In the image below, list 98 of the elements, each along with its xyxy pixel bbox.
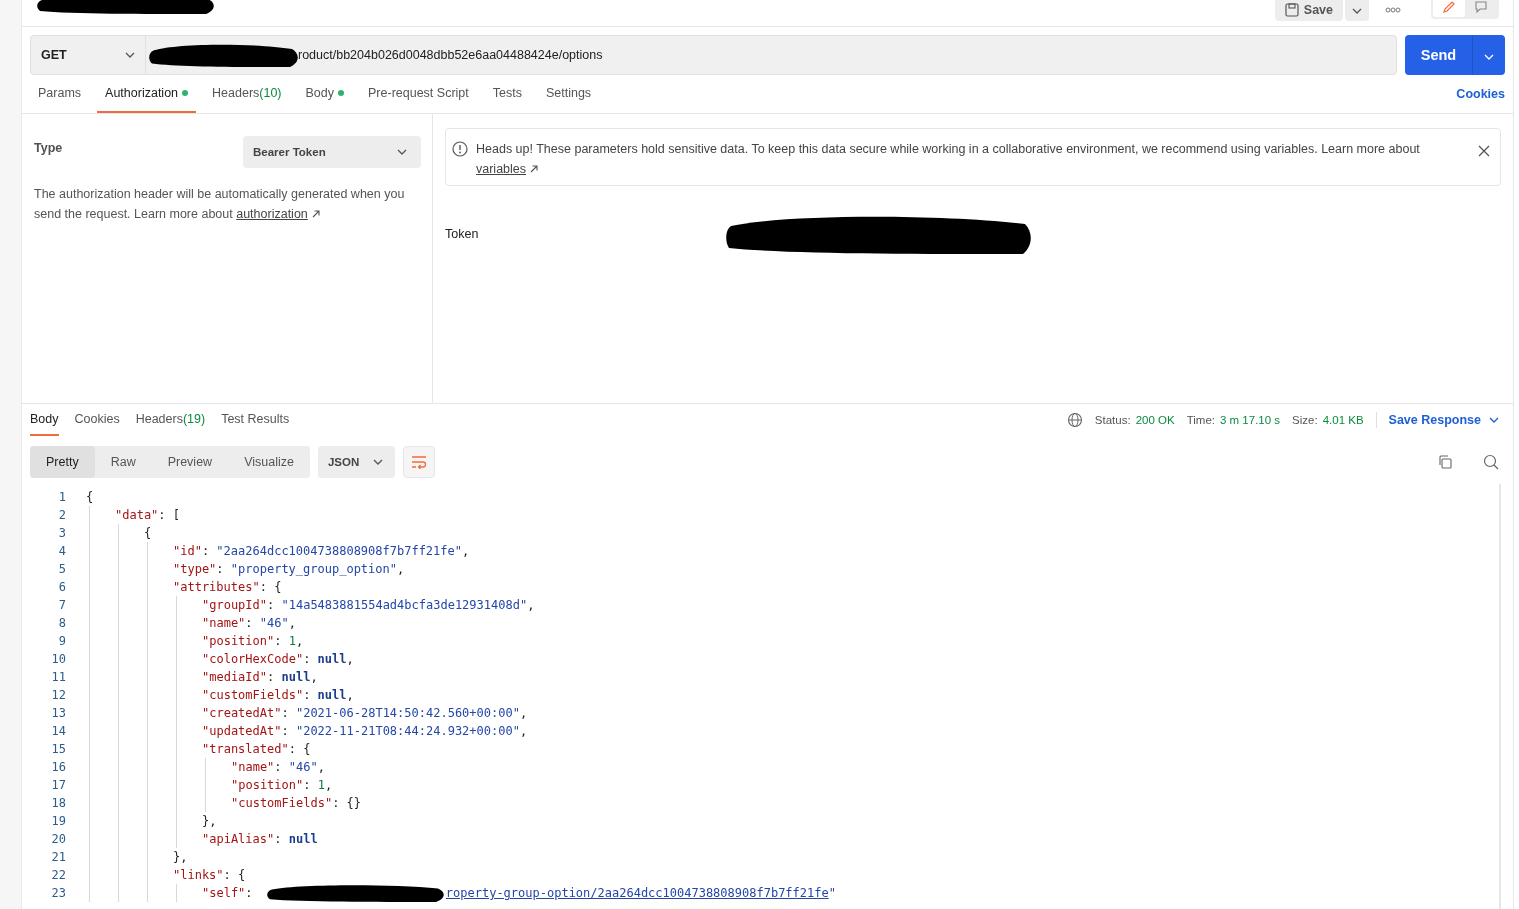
line-number: 6 xyxy=(57,579,66,596)
line-number: 4 xyxy=(57,543,66,560)
format-dropdown[interactable]: JSON xyxy=(317,446,396,478)
tab[interactable]: Body xyxy=(30,404,59,436)
pencil-icon xyxy=(1442,0,1456,14)
code-line: "attributes": { xyxy=(173,579,283,596)
variables-link[interactable]: variables xyxy=(476,162,527,176)
code-line: }, xyxy=(202,813,218,830)
save-button[interactable]: Save xyxy=(1274,0,1343,21)
tab[interactable]: Settings xyxy=(537,75,600,113)
line-number: 18 xyxy=(50,795,66,812)
more-icon[interactable] xyxy=(1385,7,1401,13)
token-label: Token xyxy=(445,227,480,241)
url-link[interactable]: roperty-group-option/2aa264dcc1004738808908f7b7ff21fe xyxy=(445,884,829,902)
search-icon[interactable] xyxy=(1483,454,1499,470)
line-number: 7 xyxy=(57,597,66,614)
line-number: 2 xyxy=(57,507,66,524)
code-line: "type": "property_group_option", xyxy=(173,561,406,578)
auth-help-text: The authorization header will be automatically generated when you send the request. Learn more about authorization xyxy=(34,186,406,223)
view-mode-tab[interactable]: Preview xyxy=(151,446,229,478)
chevron-down-icon xyxy=(1489,417,1499,423)
authorization-link[interactable]: authorization xyxy=(236,207,308,221)
code-line: "colorHexCode": null, xyxy=(202,651,355,668)
chevron-down-icon xyxy=(373,459,384,465)
line-number: 22 xyxy=(50,867,66,884)
view-mode-tab[interactable]: Visualize xyxy=(228,446,310,478)
copy-icon[interactable] xyxy=(1437,454,1453,470)
line-number: 15 xyxy=(50,741,66,758)
line-number: 3 xyxy=(57,525,66,542)
globe-icon xyxy=(1066,412,1083,428)
code-line: "customFields": null, xyxy=(202,687,355,704)
code-line: "mediaId": null, xyxy=(202,669,319,686)
external-link-icon xyxy=(530,165,539,173)
code-line: "groupId": "14a5483881554ad4bcfa3de12931408d", xyxy=(202,597,536,614)
code-line: "id": "2aa264dcc1004738808908f7b7ff21fe", xyxy=(173,543,471,560)
wrap-lines-icon xyxy=(411,455,428,469)
status-label: Status: xyxy=(1094,414,1131,426)
external-link-icon xyxy=(311,210,320,218)
view-mode-tab[interactable]: Pretty xyxy=(30,446,95,478)
line-number: 19 xyxy=(50,813,66,830)
line-number: 10 xyxy=(50,651,66,668)
close-icon[interactable] xyxy=(1478,145,1490,157)
line-number: 11 xyxy=(50,669,66,686)
code-line: { xyxy=(144,525,153,542)
code-line: "name": "46", xyxy=(231,759,326,776)
save-options-button[interactable] xyxy=(1345,0,1369,21)
code-line: "position": 1, xyxy=(231,777,334,794)
tab[interactable]: Headers(10) xyxy=(204,75,290,113)
status-label: Size: xyxy=(1292,414,1318,426)
line-number: 12 xyxy=(50,687,66,704)
cookies-link[interactable]: Cookies xyxy=(1456,87,1505,101)
chevron-down-icon xyxy=(397,149,407,155)
tab[interactable]: Body xyxy=(297,75,353,113)
code-line: "createdAt": "2021-06-28T14:50:42.560+00:00", xyxy=(202,705,529,722)
line-number: 16 xyxy=(50,759,66,776)
line-number: 20 xyxy=(50,831,66,848)
code-line: "data": [ xyxy=(115,507,182,524)
line-number: 23 xyxy=(50,885,66,902)
tab[interactable]: Test Results xyxy=(221,404,290,436)
chevron-down-icon xyxy=(1352,8,1362,14)
line-number: 17 xyxy=(50,777,66,794)
save-response-button[interactable]: Save Response xyxy=(1388,413,1499,427)
code-line: "translated": { xyxy=(202,741,312,758)
status-label: Time: xyxy=(1186,414,1215,426)
status-value: 200 OK xyxy=(1135,414,1175,426)
type-label: Type xyxy=(34,141,63,155)
chevron-down-icon xyxy=(1484,53,1494,60)
code-line: "customFields": {} xyxy=(231,795,363,812)
line-number: 14 xyxy=(50,723,66,740)
view-toggle-option[interactable] xyxy=(1433,0,1465,17)
code-line: "links": { xyxy=(173,867,247,884)
tab[interactable]: Params xyxy=(30,75,90,113)
tab[interactable]: Cookies xyxy=(74,404,120,436)
line-number: 9 xyxy=(57,633,66,650)
status-value: 4.01 KB xyxy=(1322,414,1364,426)
view-mode-tab[interactable]: Raw xyxy=(94,446,152,478)
code-line: "updatedAt": "2022-11-21T08:44:24.932+00:00", xyxy=(202,723,529,740)
tab[interactable]: Tests xyxy=(484,75,530,113)
code-line: "self": roperty-group-option/2aa264dcc1004738808908f7b7ff21fe" xyxy=(202,884,836,902)
notice-text: Heads up! These parameters hold sensitive data. To keep this data secure while working in a collaborative environment, we recommend using variables. Learn more about variables xyxy=(476,141,1421,178)
line-number: 21 xyxy=(50,849,66,866)
tab[interactable]: Authorization xyxy=(97,75,197,113)
line-number: 1 xyxy=(57,489,66,506)
code-line: "name": "46", xyxy=(202,615,297,632)
tab[interactable]: Headers(19) xyxy=(135,404,206,436)
comment-icon xyxy=(1474,0,1488,14)
status-value: 3 m 17.10 s xyxy=(1220,414,1281,426)
code-line: { xyxy=(86,489,95,506)
line-number: 5 xyxy=(57,561,66,578)
code-line: "position": 1, xyxy=(202,633,305,650)
wrap-lines-button[interactable] xyxy=(403,446,436,478)
line-number: 13 xyxy=(50,705,66,722)
auth-type-dropdown[interactable]: Bearer Token xyxy=(243,136,421,168)
code-line: }, xyxy=(173,849,189,866)
code-line: "apiAlias": null xyxy=(202,831,319,848)
info-icon xyxy=(452,141,468,157)
tab[interactable]: Pre-request Script xyxy=(360,75,477,113)
line-number: 8 xyxy=(57,615,66,632)
